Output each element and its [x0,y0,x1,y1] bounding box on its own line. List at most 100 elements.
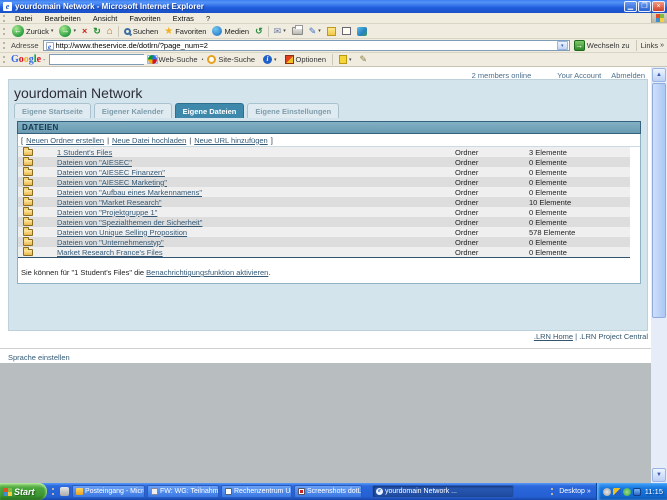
scroll-down-button[interactable]: ▼ [652,468,666,482]
file-name-link[interactable]: Dateien von "Aufbau eines Markennamens" [57,188,455,197]
file-name-link[interactable]: Dateien von "AIESEC" [57,158,455,167]
taskbar-task-mail[interactable]: FW: WG: Teilnahme v... [147,485,219,498]
folder-icon[interactable] [23,209,33,216]
files-portlet: DATEIEN [ Neuen Ordner erstellen | Neue … [17,121,641,284]
taskbar-task-screenshots[interactable]: Screenshots dotLRN... [294,485,362,498]
taskbar-task-yourdomain-network[interactable]: e yourdomain Network ... [372,485,514,498]
address-dropdown-icon[interactable]: ▾ [557,41,568,50]
document-icon [225,488,232,495]
google-search-input[interactable] [50,55,147,64]
options-button[interactable]: Optionen [281,55,330,64]
discuss-button[interactable] [324,27,339,36]
tray-antivirus-icon[interactable] [623,488,631,496]
chevron-down-icon[interactable]: ▾ [73,28,76,34]
menu-item-bearbeiten[interactable]: Bearbeiten [39,14,87,23]
back-button[interactable]: ← Zurück ▾ [9,25,56,37]
quick-launch-icon[interactable] [60,487,69,496]
tab-eigene-einstellungen[interactable]: Eigene Einstellungen [247,103,339,118]
file-row: 1 Student's Files Ordner 3 Elemente [18,147,630,157]
options-label: Optionen [296,55,326,64]
tab-eigene-dateien[interactable]: Eigene Dateien [175,103,245,118]
file-type: Ordner [455,158,529,167]
minimize-button[interactable]: ▁ [624,1,637,12]
chevrons-icon[interactable]: » [587,488,591,495]
language-link[interactable]: Sprache einstellen [8,353,70,362]
highlight-button[interactable]: ▾ [335,55,356,64]
lrn-home-link[interactable]: .LRN Home [534,332,573,341]
forward-button[interactable]: → ▾ [56,25,79,37]
close-button[interactable]: × [652,1,665,12]
add-url-link[interactable]: Neue URL hinzufügen [194,136,268,145]
tab-eigener-kalender[interactable]: Eigener Kalender [94,103,172,118]
site-search-button[interactable]: Site-Suche [203,55,259,64]
notification-link[interactable]: Benachrichtigungsfunktion aktivieren [146,268,268,277]
scroll-up-button[interactable]: ▲ [652,68,666,82]
links-label[interactable]: Links [639,41,661,50]
file-name-link[interactable]: Dateien von "Unternehmenstyp" [57,238,455,247]
print-button[interactable] [289,27,306,35]
file-name-link[interactable]: 1 Student's Files [57,148,455,157]
menu-item-extras[interactable]: Extras [167,14,200,23]
folder-icon[interactable] [23,239,33,246]
menu-item-ansicht[interactable]: Ansicht [87,14,124,23]
search-button[interactable]: Suchen [121,27,161,36]
file-name-link[interactable]: Dateien von "Spezialthemen der Sicherhei… [57,218,455,227]
tray-network-icon[interactable] [633,488,641,496]
tray-messenger-icon[interactable] [613,488,621,496]
go-button[interactable]: → Wechseln zu [570,40,634,51]
edit-button[interactable]: ✎ ▾ [306,26,324,37]
start-button[interactable]: Start [0,483,47,500]
favorites-button[interactable]: ★ Favoriten [161,26,209,37]
home-icon: ⌂ [107,26,113,37]
menu-item-hilfe[interactable]: ? [200,14,216,23]
task-label: Rechenzentrum Uni K... [234,488,292,495]
folder-icon[interactable] [23,199,33,206]
folder-icon[interactable] [23,189,33,196]
home-button[interactable]: ⌂ [104,26,116,37]
vertical-scrollbar[interactable]: ▲ ▼ [651,67,667,483]
chevron-down-icon[interactable]: ▾ [51,28,54,34]
folder-icon[interactable] [23,159,33,166]
chevron-down-icon[interactable]: ▾ [274,57,277,63]
menu-item-datei[interactable]: Datei [9,14,39,23]
folder-icon[interactable] [23,219,33,226]
taskbar-task-posteingang[interactable]: Posteingang - Micros.... [72,485,145,498]
refresh-button[interactable]: ↻ [90,26,104,37]
tray-clock-icon[interactable] [603,488,611,496]
address-input[interactable] [56,41,557,50]
clock[interactable]: 11:15 [645,487,663,496]
web-search-button[interactable]: Web-Suche [144,55,202,64]
pen-button[interactable]: ✎ [356,54,372,65]
taskbar-task-rechenzentrum[interactable]: Rechenzentrum Uni K... [221,485,292,498]
screen: e yourdomain Network - Microsoft Interne… [0,0,667,500]
file-name-link[interactable]: Dateien von "Projektgruppe 1" [57,208,455,217]
tab-eigene-startseite[interactable]: Eigene Startseite [14,103,91,118]
file-name-link[interactable]: Dateien von Unique Selling Proposition [57,228,455,237]
file-name-link[interactable]: Dateien von "AIESEC Marketing" [57,178,455,187]
mail-button[interactable]: ✉ ▾ [271,26,289,37]
folder-icon[interactable] [23,229,33,236]
folder-icon[interactable] [23,169,33,176]
chevron-down-icon[interactable]: ▾ [349,57,352,63]
chevron-down-icon[interactable]: ▾ [318,28,321,34]
folder-icon[interactable] [23,149,33,156]
file-name-link[interactable]: Dateien von "Market Research" [57,198,455,207]
desktop-label[interactable]: Desktop [559,488,585,495]
file-name-link[interactable]: Dateien von "AIESEC Finanzen" [57,168,455,177]
scrollbar-thumb[interactable] [652,83,666,318]
menu-item-favoriten[interactable]: Favoriten [123,14,166,23]
chevrons-icon[interactable]: » [660,42,667,49]
restore-button[interactable]: ❐ [638,1,651,12]
file-name-link[interactable]: Market Research France's Files [57,248,455,257]
new-folder-link[interactable]: Neuen Ordner erstellen [26,136,104,145]
stop-button[interactable]: × [79,26,90,36]
chevron-down-icon[interactable]: ▾ [283,28,286,34]
folder-icon[interactable] [23,249,33,256]
media-button[interactable]: Medien [209,26,252,36]
history-button[interactable]: ↺ [252,26,266,37]
fullscreen-button[interactable] [339,27,354,35]
page-info-button[interactable]: i ▾ [259,55,281,64]
messenger-button[interactable] [354,27,370,36]
upload-file-link[interactable]: Neue Datei hochladen [112,136,186,145]
folder-icon[interactable] [23,179,33,186]
